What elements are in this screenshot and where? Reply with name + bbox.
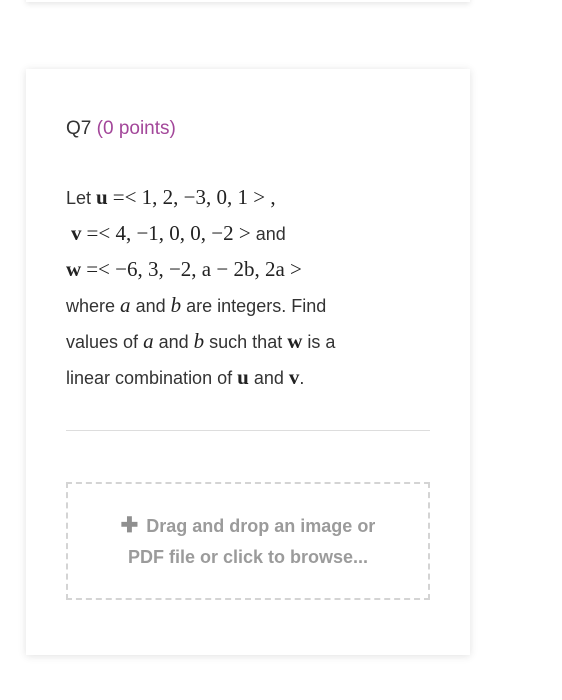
previous-card-edge [26,0,470,2]
question-number: Q7 [66,118,92,139]
vector-w-definition: =< −6, 3, −2, a − 2b, 2a > [86,257,302,281]
question-line-2: v =< 4, −1, 0, 0, −2 > and [71,221,286,245]
divider [66,430,430,431]
file-upload-dropzone[interactable]: ✚ Drag and drop an image or PDF file or c… [66,482,430,600]
vector-u-definition: =< 1, 2, −3, 0, 1 > , [112,185,276,209]
question-header: Q7 (0 points) [66,117,176,141]
question-line-3: w =< −6, 3, −2, a − 2b, 2a > [66,251,396,287]
plus-icon: ✚ [120,513,139,537]
vector-w: w [66,257,82,281]
upload-instructions: ✚ Drag and drop an image or PDF file or c… [98,510,398,573]
vector-u: u [96,185,108,209]
question-points: (0 points) [96,118,176,139]
question-line-5: values of a and b such that w is a [66,329,336,353]
question-line-6: linear combination of u and v. [66,365,305,389]
vector-v: v [71,221,82,245]
question-line-1: Let u =< 1, 2, −3, 0, 1 > , [66,185,276,209]
question-card: Q7 (0 points) Let u =< 1, 2, −3, 0, 1 > … [26,69,470,655]
question-line-4: where a and b are integers. Find [66,293,327,317]
vector-v-definition: =< 4, −1, 0, 0, −2 > [86,221,251,245]
question-text: Let u =< 1, 2, −3, 0, 1 > , v =< 4, −1, … [66,179,396,395]
